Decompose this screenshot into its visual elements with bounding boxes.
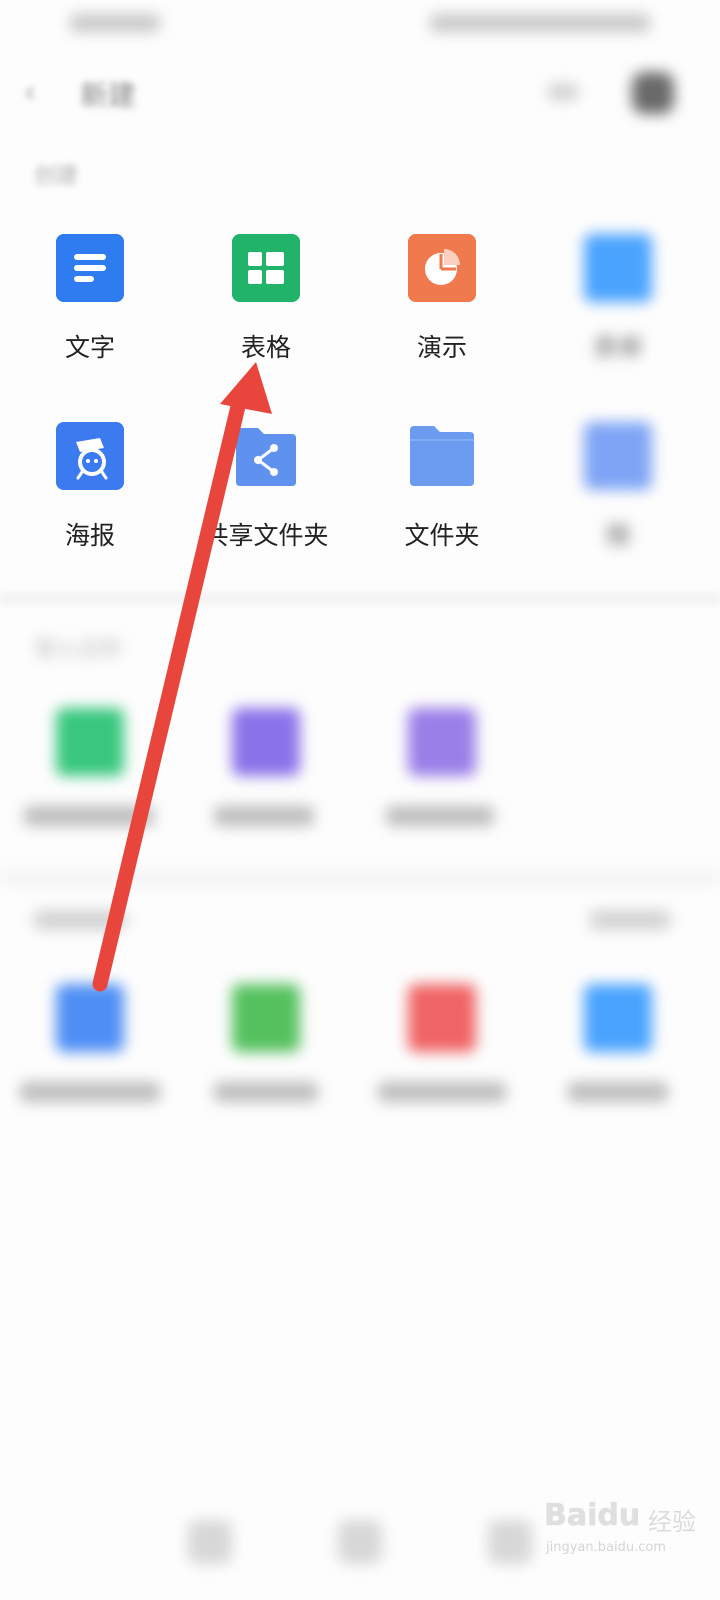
watermark-url: jingyan.baidu.com (546, 1540, 666, 1555)
annotation-arrow (92, 362, 272, 992)
watermark: Baidu 经验 jingyan.baidu.com (540, 1490, 710, 1570)
watermark-product: 经验 (648, 1508, 696, 1536)
watermark-brand: Baidu (544, 1498, 641, 1533)
